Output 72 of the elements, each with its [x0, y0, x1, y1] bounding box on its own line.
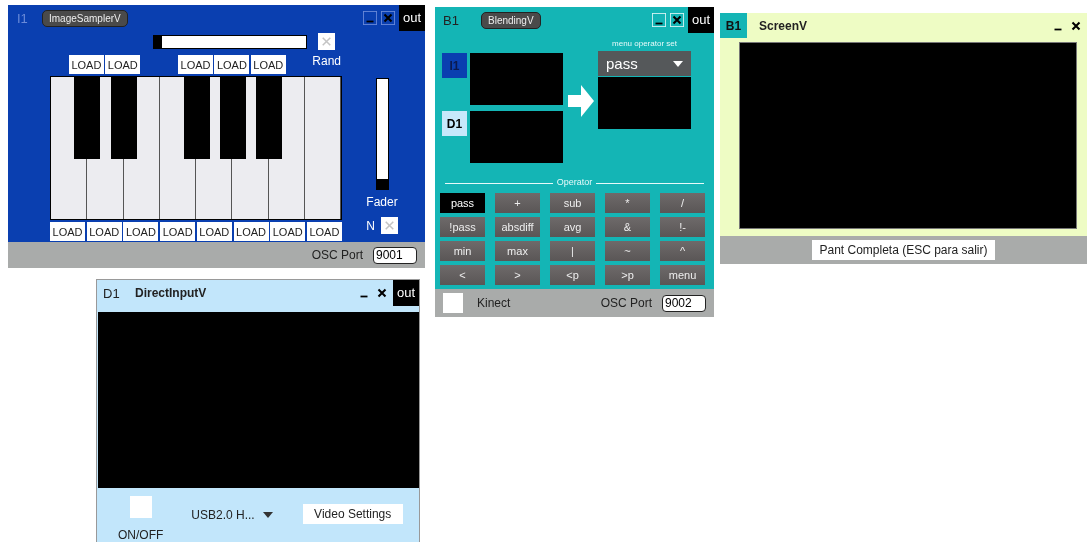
load-button[interactable]: LOAD [50, 222, 85, 241]
video-settings-button[interactable]: Video Settings [302, 504, 403, 524]
n-toggle[interactable] [380, 217, 398, 234]
operator-button[interactable]: ^ [660, 241, 705, 261]
operator-button[interactable]: sub [550, 193, 595, 213]
operator-button[interactable]: ~ [605, 241, 650, 261]
fader-thumb[interactable] [376, 179, 388, 189]
operator-button[interactable]: absdiff [495, 217, 540, 237]
operator-button[interactable]: max [495, 241, 540, 261]
load-button[interactable]: LOAD [250, 55, 286, 74]
load-button[interactable]: LOAD [105, 55, 141, 74]
load-button[interactable]: LOAD [86, 222, 122, 241]
window-id: I1 [17, 10, 29, 26]
operator-button[interactable]: < [440, 265, 485, 285]
operator-button[interactable]: !pass [440, 217, 485, 237]
fullscreen-button[interactable]: Pant Completa (ESC para salir) [812, 240, 995, 260]
input-tag: I1 [442, 53, 467, 78]
operator-button[interactable]: / [660, 193, 705, 213]
on-off-label: ON/OFF [118, 528, 164, 542]
load-button[interactable]: LOAD [160, 222, 196, 241]
operator-label: Operator [556, 177, 593, 187]
load-button[interactable]: LOAD [270, 222, 306, 241]
input-tag: D1 [442, 111, 467, 136]
operator-button[interactable]: pass [440, 193, 485, 213]
caret-icon [262, 512, 273, 518]
fader-label: Fader [366, 195, 398, 209]
load-button[interactable]: LOAD [68, 55, 104, 74]
osc-port-label: OSC Port [311, 248, 363, 262]
osc-port-label: OSC Port [600, 296, 652, 310]
load-button[interactable]: LOAD [306, 222, 342, 241]
operator-dropdown[interactable]: pass [598, 51, 691, 76]
operator-button[interactable]: * [605, 193, 650, 213]
operator-button[interactable]: | [550, 241, 595, 261]
load-button[interactable]: LOAD [178, 55, 213, 74]
menu-label: menu operator set [612, 39, 677, 48]
n-label: N [366, 218, 375, 233]
osc-port-field[interactable]: 9001 [373, 246, 417, 264]
window-id: D1 [103, 285, 121, 301]
on-off-checkbox[interactable] [129, 496, 152, 518]
operator-button[interactable]: min [440, 241, 485, 261]
caret-icon [673, 60, 683, 67]
kinect-label: Kinect [477, 296, 511, 310]
load-button[interactable]: LOAD [123, 222, 159, 241]
kinect-checkbox[interactable] [443, 293, 463, 313]
operator-button[interactable]: >p [605, 265, 650, 285]
osc-port-field[interactable]: 9002 [662, 294, 706, 312]
window-id: B1 [443, 12, 460, 28]
out-button[interactable]: out [392, 280, 419, 306]
piano-keyboard-drawing[interactable] [50, 76, 342, 220]
operator-button[interactable]: menu [660, 265, 705, 285]
window-id: B1 [720, 13, 747, 38]
operator-button[interactable]: avg [550, 217, 595, 237]
out-button[interactable]: out [687, 7, 714, 33]
rand-label: Rand [312, 53, 341, 68]
device-dropdown[interactable]: USB2.0 H... [191, 508, 273, 522]
operator-button[interactable]: <p [550, 265, 595, 285]
out-button[interactable]: out [398, 5, 425, 31]
operator-button[interactable]: & [605, 217, 650, 237]
operator-button[interactable]: > [495, 265, 540, 285]
operator-button[interactable]: !- [660, 217, 705, 237]
fader-track[interactable] [375, 78, 389, 190]
load-button[interactable]: LOAD [233, 222, 269, 241]
arrow-icon [568, 85, 594, 117]
window-title: ImageSamplerV [42, 9, 128, 27]
window-title: ScreenV [759, 19, 808, 33]
window-title: BlendingV [481, 11, 541, 29]
close-icon[interactable] [1069, 19, 1083, 33]
operator-button[interactable]: + [495, 193, 540, 213]
rand-toggle[interactable] [318, 33, 335, 50]
load-button[interactable]: LOAD [214, 55, 250, 74]
window-title: DirectInputV [135, 286, 207, 300]
load-button[interactable]: LOAD [196, 222, 232, 241]
